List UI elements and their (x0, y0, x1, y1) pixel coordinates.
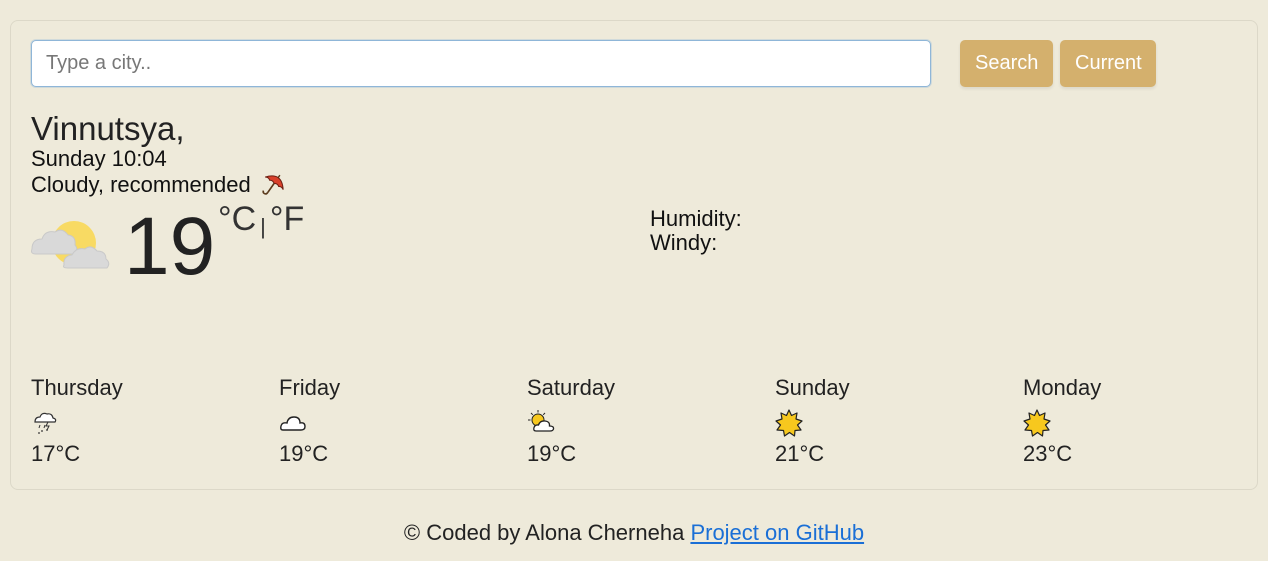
current-location-button[interactable]: Current (1060, 40, 1156, 87)
forecast-temperature: 23°C (1023, 441, 1073, 466)
weather-description: Cloudy, recommended (31, 171, 287, 199)
forecast-day-name: Thursday (31, 375, 123, 400)
unit-separator: | (260, 214, 266, 239)
forecast-day-name: Sunday (775, 375, 850, 400)
footer-credit: © Coded by Alona Cherneha (403, 520, 685, 545)
forecast-day-name: Saturday (527, 375, 616, 400)
forecast-temperature: 17°C (31, 441, 81, 466)
current-datetime: Sunday 10:04 (31, 146, 167, 171)
forecast-day: Saturday 19°C (527, 375, 775, 467)
forecast-day-name: Friday (279, 375, 341, 400)
humidity-label: Humidity: (650, 206, 742, 231)
sun-icon (1023, 409, 1051, 437)
rain-snow-cloud-icon (34, 412, 57, 434)
cloud-icon (280, 416, 306, 431)
sun-behind-cloud-icon (528, 410, 555, 432)
current-temperature: 19 (124, 201, 216, 292)
forecast-day: Monday 23°C (1023, 375, 1268, 467)
forecast-temperature: 19°C (279, 441, 329, 466)
celsius-link[interactable]: °C (218, 200, 256, 238)
fahrenheit-link[interactable]: °F (270, 200, 304, 238)
forecast-day: Thursday 17°C (31, 375, 279, 467)
forecast-day: Sunday 21°C (775, 375, 1023, 467)
city-search-input[interactable] (31, 40, 931, 87)
github-link[interactable]: Project on GitHub (690, 520, 864, 545)
wind-label: Windy: (650, 230, 718, 255)
forecast-temperature: 21°C (775, 441, 825, 466)
forecast-temperature: 19°C (527, 441, 577, 466)
forecast-day: Friday 19°C (279, 375, 527, 467)
city-name: Vinnutsya, (31, 110, 185, 147)
sun-behind-clouds-icon (31, 221, 110, 269)
forecast-day-name: Monday (1023, 375, 1102, 400)
weather-details: Humidity: Windy: (650, 207, 742, 255)
forecast: Thursday 17°C Friday 19°C Saturday 19°C … (31, 375, 1268, 467)
weather-card: Search Current Vinnutsya, Sunday 10:04 C… (10, 20, 1258, 490)
search-button[interactable]: Search (960, 40, 1053, 87)
umbrella-icon (262, 174, 284, 195)
description-text: Cloudy, recommended (31, 172, 251, 197)
footer: © Coded by Alona Cherneha Project on Git… (0, 520, 1268, 546)
unit-toggle: °C | °F (218, 199, 304, 243)
sun-icon (775, 409, 803, 437)
